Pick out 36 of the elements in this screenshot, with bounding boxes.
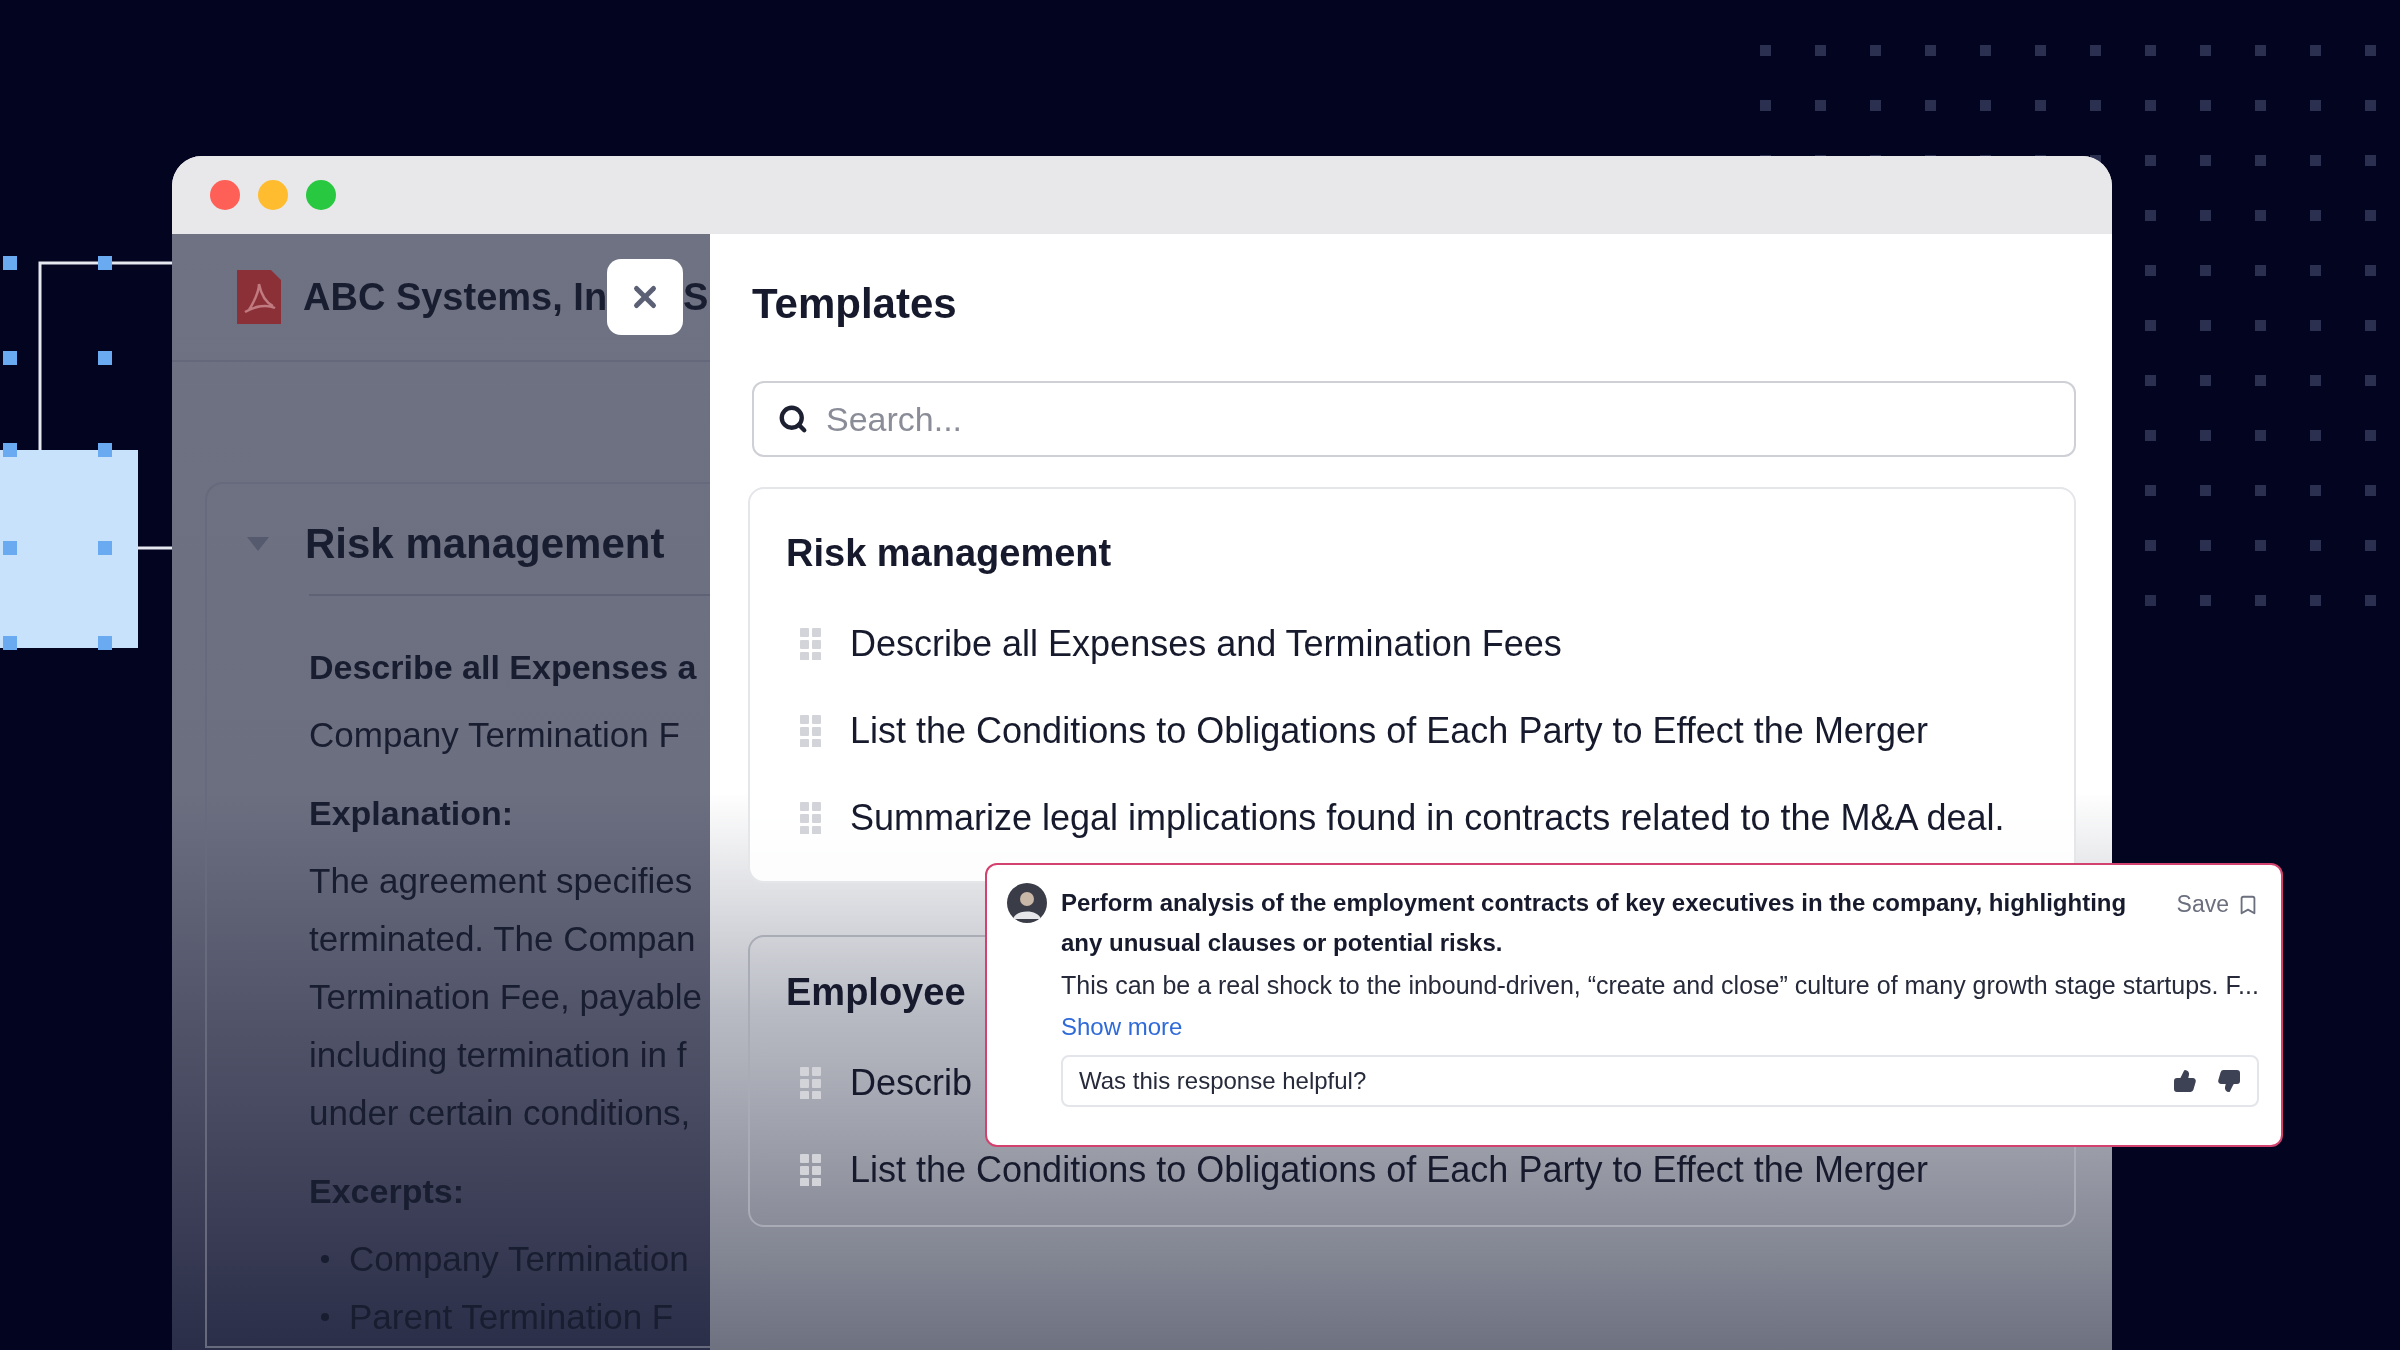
section-title: Risk management	[305, 520, 665, 568]
explanation-label: Explanation:	[309, 793, 515, 834]
save-button[interactable]: Save	[2176, 885, 2259, 924]
document-title: S	[683, 275, 709, 319]
avatar-icon	[1007, 883, 1047, 923]
template-item[interactable]: List the Conditions to Obligations of Each Party to Effect the Merger	[850, 1148, 1928, 1191]
template-item[interactable]: Summarize legal implications found in contracts related to the M&A deal.	[850, 796, 2005, 839]
drag-handle-icon[interactable]	[800, 801, 822, 834]
drag-handle-icon[interactable]	[800, 1066, 822, 1099]
bullet-icon	[321, 1255, 329, 1263]
template-item[interactable]: Describ	[850, 1061, 973, 1104]
document-title: ABC Systems, In	[303, 275, 608, 319]
prompt-text: Perform analysis of the employment contracts of key executives in the company, highlighting any unusual clauses or potential risks.	[1061, 888, 2128, 958]
thumbs-up-icon[interactable]	[2173, 1069, 2197, 1093]
group-title: Risk management	[786, 531, 1112, 576]
zoom-window-button[interactable]	[306, 180, 336, 210]
minimize-window-button[interactable]	[258, 180, 288, 210]
panel-title: Templates	[752, 279, 958, 329]
feedback-question: Was this response helpful?	[1079, 1067, 1368, 1095]
drag-handle-icon[interactable]	[800, 1153, 822, 1186]
pdf-file-icon	[237, 270, 281, 324]
close-button[interactable]	[607, 259, 684, 335]
group-title: Employee	[786, 970, 966, 1015]
drag-handle-icon[interactable]	[800, 714, 822, 747]
close-window-button[interactable]	[210, 180, 240, 210]
question-text: Describe all Expenses a	[309, 647, 698, 688]
template-item[interactable]: Describe all Expenses and Termination Fees	[850, 622, 1562, 665]
bullet-icon	[321, 1313, 329, 1321]
search-field[interactable]: Search...	[752, 381, 2076, 457]
search-icon	[778, 404, 808, 434]
show-more-link[interactable]: Show more	[1061, 1007, 1183, 1047]
response-text: This can be a real shock to the inbound-driven, “create and close” culture of many growth stage startups. F...	[1061, 970, 2259, 1001]
answer-text: Company Termination F	[309, 714, 681, 756]
template-item[interactable]: List the Conditions to Obligations of Each Party to Effect the Merger	[850, 709, 1928, 752]
thumbs-down-icon[interactable]	[2217, 1069, 2241, 1093]
drag-handle-icon[interactable]	[800, 627, 822, 660]
